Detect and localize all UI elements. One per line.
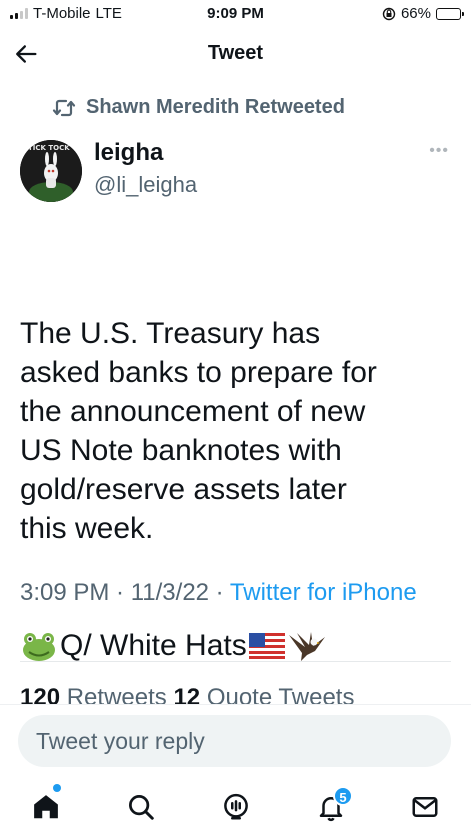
us-flag-emoji-icon xyxy=(248,632,285,659)
home-icon[interactable] xyxy=(31,792,61,822)
divider xyxy=(20,661,451,662)
battery-percent: 66% xyxy=(400,5,431,22)
retweet-context-text: Shawn Meredith Retweeted xyxy=(86,96,345,118)
battery-icon xyxy=(436,7,464,20)
orientation-lock-icon xyxy=(382,7,396,20)
tweet-time: 3:09 PM xyxy=(20,579,110,606)
tweet-text-last-line: Q/ White Hats xyxy=(20,626,460,665)
meta-separator: · xyxy=(109,579,131,606)
page-title: Tweet xyxy=(207,42,264,64)
notifications-badge: 5 xyxy=(333,786,353,806)
meta-separator: · xyxy=(209,579,230,606)
reply-input[interactable]: Tweet your reply xyxy=(18,715,451,767)
search-icon[interactable] xyxy=(126,792,156,822)
home-unread-dot xyxy=(53,784,61,792)
avatar-text: TICK TOCK xyxy=(28,144,70,152)
author-name[interactable]: leigha xyxy=(94,139,163,167)
tweet-meta: 3:09 PM · 11/3/22 · Twitter for iPhone xyxy=(20,576,460,610)
frog-emoji-icon xyxy=(23,632,55,661)
bottom-tab-bar xyxy=(0,780,471,838)
spaces-icon[interactable] xyxy=(221,792,251,822)
author-handle[interactable]: @li_leigha xyxy=(94,172,197,198)
top-nav: Tweet xyxy=(0,32,471,76)
tweet-text-main: The U.S. Treasury has asked banks to pre… xyxy=(20,317,377,545)
eagle-emoji-icon xyxy=(288,631,325,661)
tweet-source-link[interactable]: Twitter for iPhone xyxy=(230,579,417,606)
reply-bar: Tweet your reply xyxy=(0,704,471,780)
tweet-text-tail: Q/ White Hats xyxy=(60,629,247,662)
avatar[interactable]: TICK TOCK xyxy=(20,140,82,202)
tweet-text: The U.S. Treasury has asked banks to pre… xyxy=(20,236,460,704)
avatar-image: TICK TOCK xyxy=(20,140,82,202)
retweet-icon xyxy=(52,99,76,116)
retweet-context[interactable]: Shawn Meredith Retweeted xyxy=(52,96,345,119)
status-bar: T-Mobile LTE 9:09 PM 66% xyxy=(0,0,471,28)
more-options-icon[interactable]: ••• xyxy=(429,142,449,160)
messages-icon[interactable] xyxy=(410,792,440,822)
status-right: 66% xyxy=(382,5,464,22)
tweet-date: 11/3/22 xyxy=(130,579,210,606)
